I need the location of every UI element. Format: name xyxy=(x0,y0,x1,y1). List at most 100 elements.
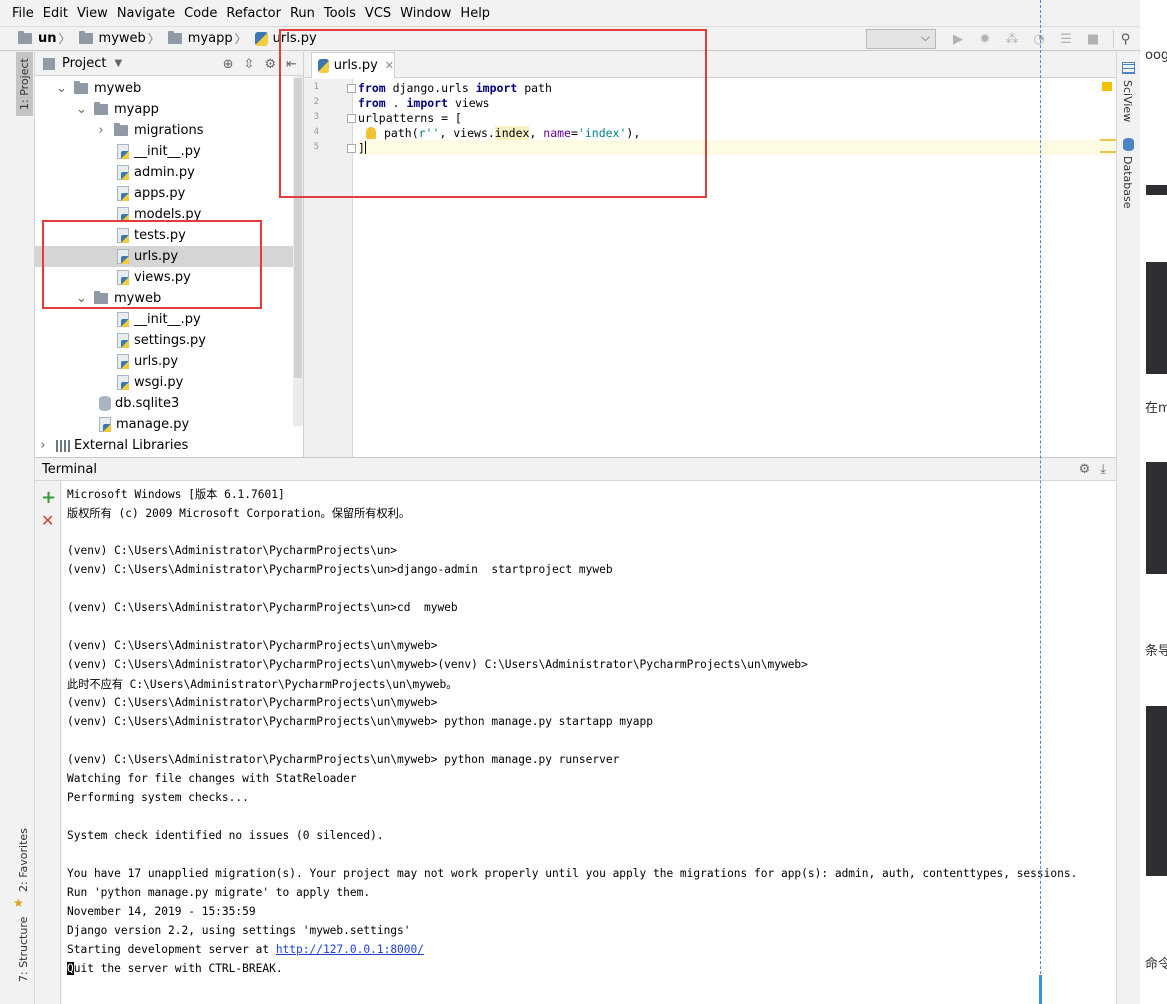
chevron-right-icon[interactable]: › xyxy=(96,123,106,138)
stop-icon[interactable]: ■ xyxy=(1083,30,1103,48)
tree-item-label: admin.py xyxy=(134,165,195,180)
coverage-icon[interactable]: ⁂ xyxy=(1002,30,1022,48)
breadcrumb-un[interactable]: un 〉 xyxy=(18,30,75,47)
tree-item[interactable]: › migrations xyxy=(35,120,294,141)
python-file-icon xyxy=(117,333,129,348)
tree-item[interactable]: ⌄ myweb xyxy=(35,78,294,99)
terminal-line: (venv) C:\Users\Administrator\PycharmPro… xyxy=(67,696,438,709)
run-configuration-select[interactable] xyxy=(866,29,936,49)
tab-sciview[interactable]: SciView xyxy=(1121,80,1134,122)
inspection-status-icon[interactable] xyxy=(1102,82,1112,91)
tree-item-label: myapp xyxy=(114,102,159,117)
tab-structure[interactable]: 7: Structure xyxy=(17,917,30,982)
terminal-output[interactable]: Microsoft Windows [版本 6.1.7601] 版权所有 (c) … xyxy=(62,481,1116,1004)
warning-stripe[interactable] xyxy=(1100,139,1116,141)
new-session-plus-icon[interactable]: + xyxy=(41,487,56,508)
locate-icon[interactable]: ⊕ xyxy=(223,57,234,72)
terminal-line: 版权所有 (c) 2009 Microsoft Corporation。保留所有… xyxy=(67,506,411,520)
breadcrumb-myweb[interactable]: myweb 〉 xyxy=(78,30,164,47)
warning-stripe[interactable] xyxy=(1100,151,1116,153)
tree-item[interactable]: admin.py xyxy=(35,162,294,183)
project-panel-title[interactable]: Project xyxy=(62,56,106,71)
background-block xyxy=(1146,706,1167,876)
breadcrumb-label: myapp xyxy=(187,31,233,46)
folder-icon xyxy=(18,31,32,44)
menu-help[interactable]: Help xyxy=(460,6,490,21)
run-toolbar: ▶ ✹ ⁂ ◔ ☰ ■ ⚲ xyxy=(866,27,1140,51)
breadcrumb-myapp[interactable]: myapp 〉 xyxy=(167,30,251,47)
tree-item[interactable]: manage.py xyxy=(35,414,294,435)
chevron-down-icon[interactable]: ⌄ xyxy=(56,81,67,96)
terminal-line: Run 'python manage.py migrate' to apply … xyxy=(67,886,371,899)
project-icon xyxy=(43,57,55,70)
python-file-icon xyxy=(117,312,129,327)
run-icon[interactable]: ▶ xyxy=(948,30,968,48)
terminal-line: System check identified no issues (0 sil… xyxy=(67,829,384,842)
menu-file[interactable]: File xyxy=(12,6,34,21)
menu-navigate[interactable]: Navigate xyxy=(117,6,175,21)
tree-item[interactable]: urls.py xyxy=(35,351,294,372)
breadcrumb-label: un xyxy=(38,31,57,46)
tree-item[interactable]: › External Libraries xyxy=(35,435,294,456)
sciview-icon xyxy=(1122,62,1135,74)
tree-item[interactable]: __init__.py xyxy=(35,141,294,162)
tab-favorites[interactable]: 2: Favorites xyxy=(17,828,30,892)
tree-item[interactable]: settings.py xyxy=(35,330,294,351)
background-block xyxy=(1146,185,1167,195)
folder-icon xyxy=(74,81,88,94)
project-panel-header: Project ▼ ⊕ ⇳ ⚙ ⇤ xyxy=(35,52,303,76)
menu-code[interactable]: Code xyxy=(184,6,217,21)
folder-icon xyxy=(78,31,93,44)
tree-item-label: manage.py xyxy=(116,417,190,432)
background-window: oog 在m 条导 命令 xyxy=(1140,0,1167,1004)
terminal-line: 此时不应有 C:\Users\Administrator\PycharmProj… xyxy=(67,677,458,691)
terminal-title[interactable]: Terminal xyxy=(42,462,97,477)
chevron-right-icon: 〉 xyxy=(58,32,71,46)
tree-item[interactable]: db.sqlite3 xyxy=(35,393,294,414)
background-text: 在m xyxy=(1145,401,1167,416)
menu-refactor[interactable]: Refactor xyxy=(226,6,281,21)
terminal-line: (venv) C:\Users\Administrator\PycharmPro… xyxy=(67,563,613,576)
menu-run[interactable]: Run xyxy=(290,6,315,21)
terminal-line: Microsoft Windows [版本 6.1.7601] xyxy=(67,487,285,501)
dropdown-arrow-icon[interactable]: ▼ xyxy=(114,58,122,69)
chevron-right-icon[interactable]: › xyxy=(38,438,48,453)
annotation-box-editor xyxy=(279,29,707,198)
chevron-down-icon[interactable]: ⌄ xyxy=(76,102,87,117)
tree-item-label: __init__.py xyxy=(134,312,201,327)
settings-gear-icon[interactable]: ⚙ xyxy=(264,57,276,72)
menu-window[interactable]: Window xyxy=(400,6,451,21)
scroll-indicator xyxy=(1039,975,1042,1004)
menu-edit[interactable]: Edit xyxy=(43,6,68,21)
background-text: 命令 xyxy=(1145,957,1167,972)
breadcrumb-label: myweb xyxy=(98,31,146,46)
tab-database[interactable]: Database xyxy=(1121,156,1134,209)
terminal-line: (venv) C:\Users\Administrator\PycharmPro… xyxy=(67,753,620,766)
server-url-link[interactable]: http://127.0.0.1:8000/ xyxy=(276,943,424,956)
concurrency-icon[interactable]: ☰ xyxy=(1056,30,1076,48)
tree-item[interactable]: ⌄ myapp xyxy=(35,99,294,120)
background-text: 条导 xyxy=(1145,644,1167,659)
terminal-line: Quit the server with CTRL-BREAK. xyxy=(67,962,283,975)
debug-icon[interactable]: ✹ xyxy=(975,30,995,48)
tree-item[interactable]: wsgi.py xyxy=(35,372,294,393)
settings-gear-icon[interactable]: ⚙ xyxy=(1079,462,1091,477)
star-icon: ★ xyxy=(13,896,24,910)
profile-icon[interactable]: ◔ xyxy=(1029,30,1049,48)
menu-view[interactable]: View xyxy=(77,6,108,21)
tree-item-label: settings.py xyxy=(134,333,206,348)
library-icon xyxy=(56,439,70,452)
search-icon[interactable]: ⚲ xyxy=(1113,30,1133,48)
collapse-all-icon[interactable]: ⇳ xyxy=(244,57,255,72)
folder-icon xyxy=(114,123,128,136)
menu-vcs[interactable]: VCS xyxy=(365,6,391,21)
tree-item-label: db.sqlite3 xyxy=(115,396,180,411)
tree-item-label: __init__.py xyxy=(134,144,201,159)
tab-project[interactable]: 1: Project xyxy=(16,52,33,116)
tree-item[interactable]: apps.py xyxy=(35,183,294,204)
menu-tools[interactable]: Tools xyxy=(324,6,356,21)
close-session-icon[interactable]: ✕ xyxy=(41,511,54,530)
tree-item[interactable]: __init__.py xyxy=(35,309,294,330)
hide-panel-icon[interactable]: ⤓ xyxy=(1100,462,1106,477)
folder-icon xyxy=(94,102,108,115)
